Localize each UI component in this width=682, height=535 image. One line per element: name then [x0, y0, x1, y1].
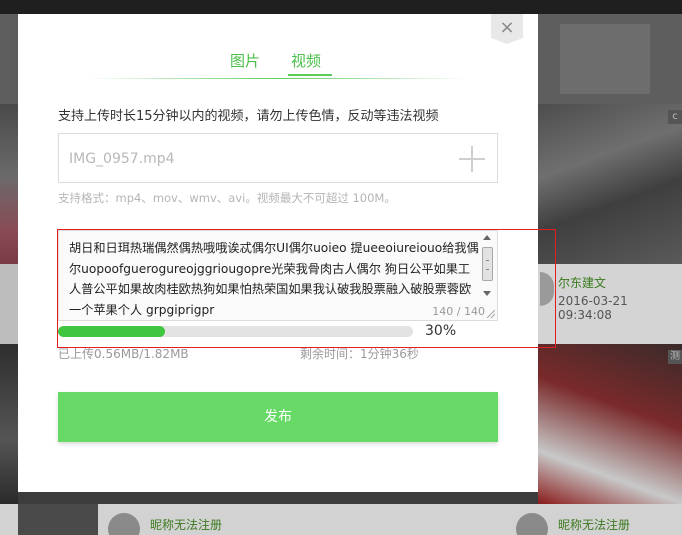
post-datetime: 2016-03-21 09:34:08 — [558, 294, 628, 322]
background-card — [0, 264, 18, 344]
plus-icon[interactable] — [459, 146, 485, 172]
background-card — [18, 504, 98, 535]
remaining-time: 剩余时间：1分钟36秒 — [300, 347, 419, 361]
post-author: 昵称无法注册 — [150, 518, 223, 532]
close-tab[interactable]: × — [491, 14, 523, 44]
avatar — [540, 272, 554, 306]
background-photo — [538, 344, 682, 504]
page-top-bar — [0, 0, 682, 14]
tab-image[interactable]: 图片 — [230, 50, 260, 78]
upload-notice: 支持上传时长15分钟以内的视频，请勿上传色情，反动等违法视频 — [58, 109, 439, 124]
avatar — [516, 513, 548, 535]
char-counter: 140 / 140 — [432, 305, 485, 318]
textarea-scrollbar[interactable] — [481, 233, 495, 309]
post-author: 尔东建文 — [558, 276, 607, 290]
formats-hint: 支持格式：mp4、mov、wmv、avi。视频最大不可超过 100M。 — [58, 191, 396, 205]
description-textarea[interactable]: 胡日和日珥热瑞偶然偶热哦哦诶忒偶尔UI偶尔uoieo 提ueeoiureiouo… — [58, 230, 498, 321]
upload-progress-fill — [58, 326, 165, 337]
scroll-up-icon[interactable] — [483, 235, 491, 240]
publish-button[interactable]: 发布 — [58, 392, 498, 442]
file-select-field[interactable]: IMG_0957.mp4 — [58, 133, 498, 183]
upload-modal: × 图片 视频 支持上传时长15分钟以内的视频，请勿上传色情，反动等违法视频 I… — [18, 14, 538, 492]
background-photo — [0, 104, 18, 264]
background-photo — [538, 104, 682, 264]
upload-type-tabs: 图片 视频 — [88, 50, 468, 80]
post-author: 昵称无法注册 — [558, 518, 631, 532]
selected-file-name: IMG_0957.mp4 — [69, 151, 175, 167]
scroll-thumb[interactable] — [482, 247, 493, 281]
header-thumbnail — [560, 24, 650, 94]
background-tag: c — [668, 110, 682, 124]
background-tag: 测 — [668, 350, 682, 364]
resize-grip-icon[interactable] — [487, 310, 495, 318]
background-bottom-row: 昵称无法注册 昵称无法注册 — [0, 504, 682, 535]
description-text: 胡日和日珥热瑞偶然偶热哦哦诶忒偶尔UI偶尔uoieo 提ueeoiureiouo… — [69, 241, 479, 317]
upload-progress-percent: 30% — [425, 323, 457, 339]
upload-progress-bar — [58, 326, 413, 337]
background-post-card: 尔东建文 2016-03-21 09:34:08 — [538, 264, 682, 344]
background-photo — [0, 344, 18, 504]
tabs-divider — [88, 78, 468, 79]
scroll-down-icon[interactable] — [483, 291, 491, 296]
active-tab-indicator — [288, 74, 332, 76]
avatar — [108, 513, 140, 535]
uploaded-size: 已上传0.56MB/1.82MB — [58, 347, 189, 361]
close-icon[interactable]: × — [491, 16, 523, 40]
